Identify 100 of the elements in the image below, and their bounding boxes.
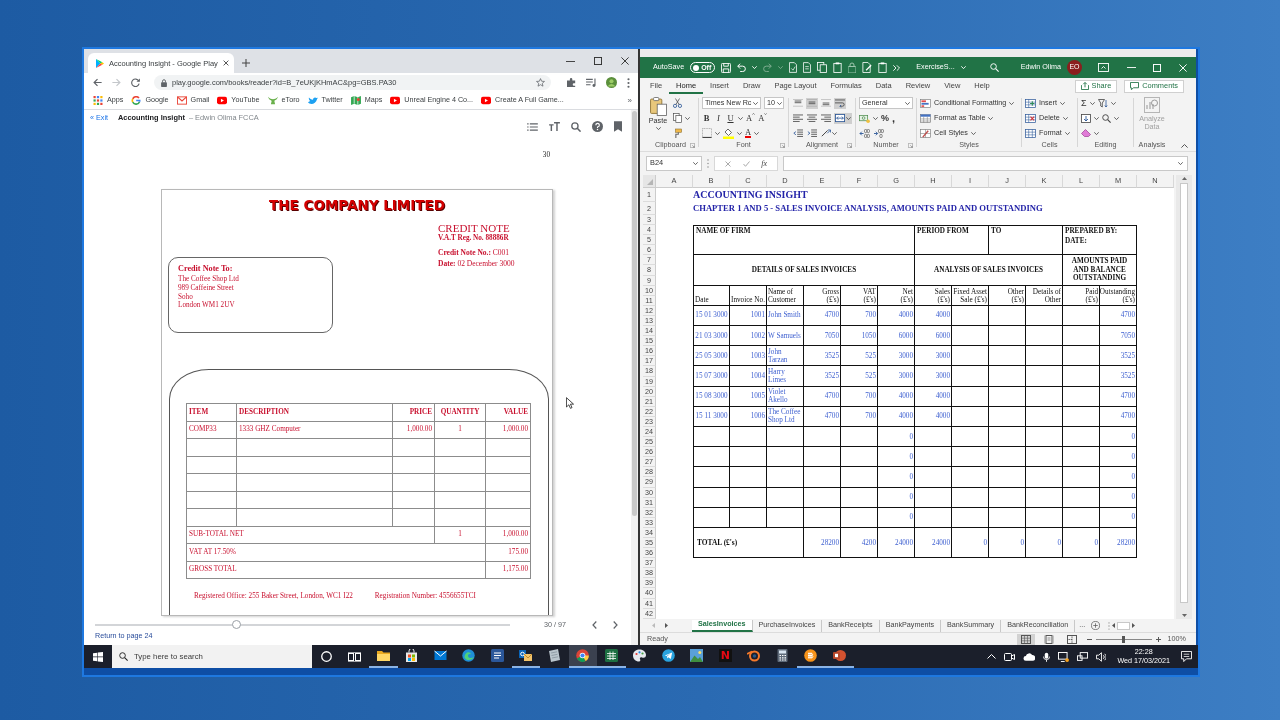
increase-indent-button[interactable] bbox=[806, 127, 818, 139]
caret-icon[interactable] bbox=[777, 101, 782, 105]
task-view-icon[interactable] bbox=[348, 651, 362, 662]
add-sheet-icon[interactable] bbox=[1091, 621, 1101, 630]
funnel-icon[interactable] bbox=[1097, 98, 1108, 108]
caret-icon[interactable] bbox=[753, 101, 759, 105]
formula-input[interactable] bbox=[783, 156, 1188, 171]
document-icon[interactable] bbox=[789, 62, 798, 73]
copy-icon[interactable] bbox=[817, 62, 828, 73]
plus-icon[interactable] bbox=[1155, 636, 1161, 642]
start-icon[interactable] bbox=[93, 651, 103, 662]
paintbrush-icon[interactable] bbox=[673, 127, 682, 139]
caret-icon[interactable] bbox=[873, 116, 878, 120]
increase-font-size-button[interactable]: A bbox=[746, 112, 756, 124]
align-center-button[interactable] bbox=[806, 112, 818, 124]
list-icon[interactable] bbox=[527, 122, 538, 131]
align-left-button[interactable] bbox=[792, 112, 804, 124]
more-bookmarks-button[interactable]: » bbox=[627, 95, 632, 106]
caret-icon[interactable] bbox=[988, 116, 994, 120]
caret-icon[interactable] bbox=[832, 131, 837, 135]
caret-icon[interactable] bbox=[1060, 101, 1065, 105]
menu-icon[interactable] bbox=[627, 77, 630, 88]
merge-cells-button[interactable] bbox=[834, 112, 852, 124]
caret-icon[interactable] bbox=[1089, 101, 1095, 105]
underline-button[interactable]: U bbox=[726, 112, 735, 124]
notification-icon[interactable] bbox=[1181, 651, 1192, 662]
banknote-icon[interactable] bbox=[859, 113, 870, 123]
grid-view-button[interactable] bbox=[1016, 633, 1035, 645]
microphone-icon[interactable] bbox=[1043, 651, 1051, 662]
caret-icon[interactable] bbox=[737, 131, 742, 135]
minus-icon[interactable] bbox=[1086, 638, 1092, 640]
autosum-button[interactable]: Σ bbox=[1081, 97, 1087, 109]
zoom-thumb[interactable] bbox=[1122, 635, 1126, 643]
insert-function-button[interactable]: fx bbox=[761, 158, 768, 169]
bookmark-icon[interactable] bbox=[614, 121, 622, 132]
chevron-left-icon[interactable] bbox=[592, 621, 597, 629]
italic-button[interactable]: I bbox=[714, 112, 723, 124]
borders-icon[interactable] bbox=[702, 128, 712, 138]
caret-icon[interactable] bbox=[1178, 162, 1183, 165]
avatar-icon[interactable] bbox=[606, 77, 617, 88]
align-right-button[interactable] bbox=[820, 112, 832, 124]
taskbar-button[interactable] bbox=[568, 645, 597, 668]
caret-icon[interactable] bbox=[754, 131, 760, 135]
search-icon[interactable] bbox=[989, 63, 999, 72]
arrow-right-icon[interactable] bbox=[1132, 623, 1136, 628]
close-icon[interactable] bbox=[620, 57, 629, 65]
monitor-alert-icon[interactable] bbox=[1058, 651, 1070, 662]
edit-icon[interactable] bbox=[862, 62, 873, 73]
arrow-down-icon[interactable] bbox=[1181, 614, 1187, 617]
chevron-up-icon[interactable] bbox=[1181, 144, 1188, 148]
arrow-right-icon[interactable] bbox=[665, 623, 668, 628]
caret-icon[interactable] bbox=[1009, 101, 1015, 105]
ribbon-display-icon[interactable] bbox=[1098, 63, 1109, 72]
network-icon[interactable] bbox=[1077, 652, 1089, 661]
puzzle-icon[interactable] bbox=[567, 78, 576, 87]
star-icon[interactable] bbox=[536, 78, 545, 87]
scrollbar-thumb[interactable] bbox=[1180, 183, 1188, 603]
copy-icon[interactable] bbox=[673, 113, 682, 123]
bottom-align-button[interactable] bbox=[820, 97, 832, 109]
help-icon[interactable] bbox=[592, 121, 603, 132]
caret-icon[interactable] bbox=[970, 131, 976, 135]
increase-decimal-icon[interactable] bbox=[859, 128, 870, 138]
caret-icon[interactable] bbox=[1064, 131, 1070, 135]
reload-icon[interactable] bbox=[131, 78, 140, 87]
caret-icon[interactable] bbox=[1094, 116, 1099, 120]
fill-bucket-icon[interactable] bbox=[723, 127, 734, 139]
clipboard-icon[interactable] bbox=[833, 62, 843, 73]
maximize-icon[interactable] bbox=[593, 57, 602, 65]
new-tab-icon[interactable] bbox=[242, 59, 250, 67]
caret-icon[interactable] bbox=[715, 131, 720, 135]
caret-icon[interactable] bbox=[1062, 116, 1068, 120]
document-icon[interactable] bbox=[803, 62, 812, 73]
scrollbar[interactable] bbox=[631, 110, 638, 645]
eraser-icon[interactable] bbox=[1081, 129, 1091, 137]
ring-icon[interactable] bbox=[320, 651, 332, 662]
caret-icon[interactable] bbox=[1114, 116, 1119, 120]
speaker-icon[interactable] bbox=[1096, 651, 1107, 662]
cloud-icon[interactable] bbox=[1023, 652, 1036, 661]
arrow-left-icon[interactable] bbox=[1112, 623, 1116, 628]
wrap-text-button[interactable] bbox=[834, 97, 846, 109]
clipboard-icon[interactable] bbox=[878, 62, 888, 73]
close-icon[interactable] bbox=[222, 60, 229, 66]
caret-icon[interactable] bbox=[655, 126, 661, 130]
search-icon[interactable] bbox=[571, 121, 581, 132]
undo-icon[interactable] bbox=[737, 63, 747, 72]
top-align-button[interactable] bbox=[792, 97, 804, 109]
decrease-decimal-icon[interactable] bbox=[873, 128, 884, 138]
decrease-font-size-button[interactable]: A bbox=[758, 112, 768, 124]
caret-icon[interactable] bbox=[738, 116, 743, 120]
percent-button[interactable]: % bbox=[881, 112, 889, 124]
search-icon[interactable] bbox=[1102, 113, 1111, 123]
save-icon[interactable] bbox=[721, 62, 732, 73]
caret-icon[interactable] bbox=[1110, 101, 1116, 105]
scrollbar-thumb[interactable] bbox=[632, 111, 637, 516]
decrease-indent-button[interactable] bbox=[792, 127, 804, 139]
fill-down-icon[interactable] bbox=[1081, 113, 1091, 123]
middle-align-button[interactable] bbox=[806, 97, 818, 109]
arrow-up-icon[interactable] bbox=[1181, 177, 1187, 180]
minimize-icon[interactable] bbox=[566, 60, 575, 62]
caret-icon[interactable] bbox=[905, 101, 910, 105]
